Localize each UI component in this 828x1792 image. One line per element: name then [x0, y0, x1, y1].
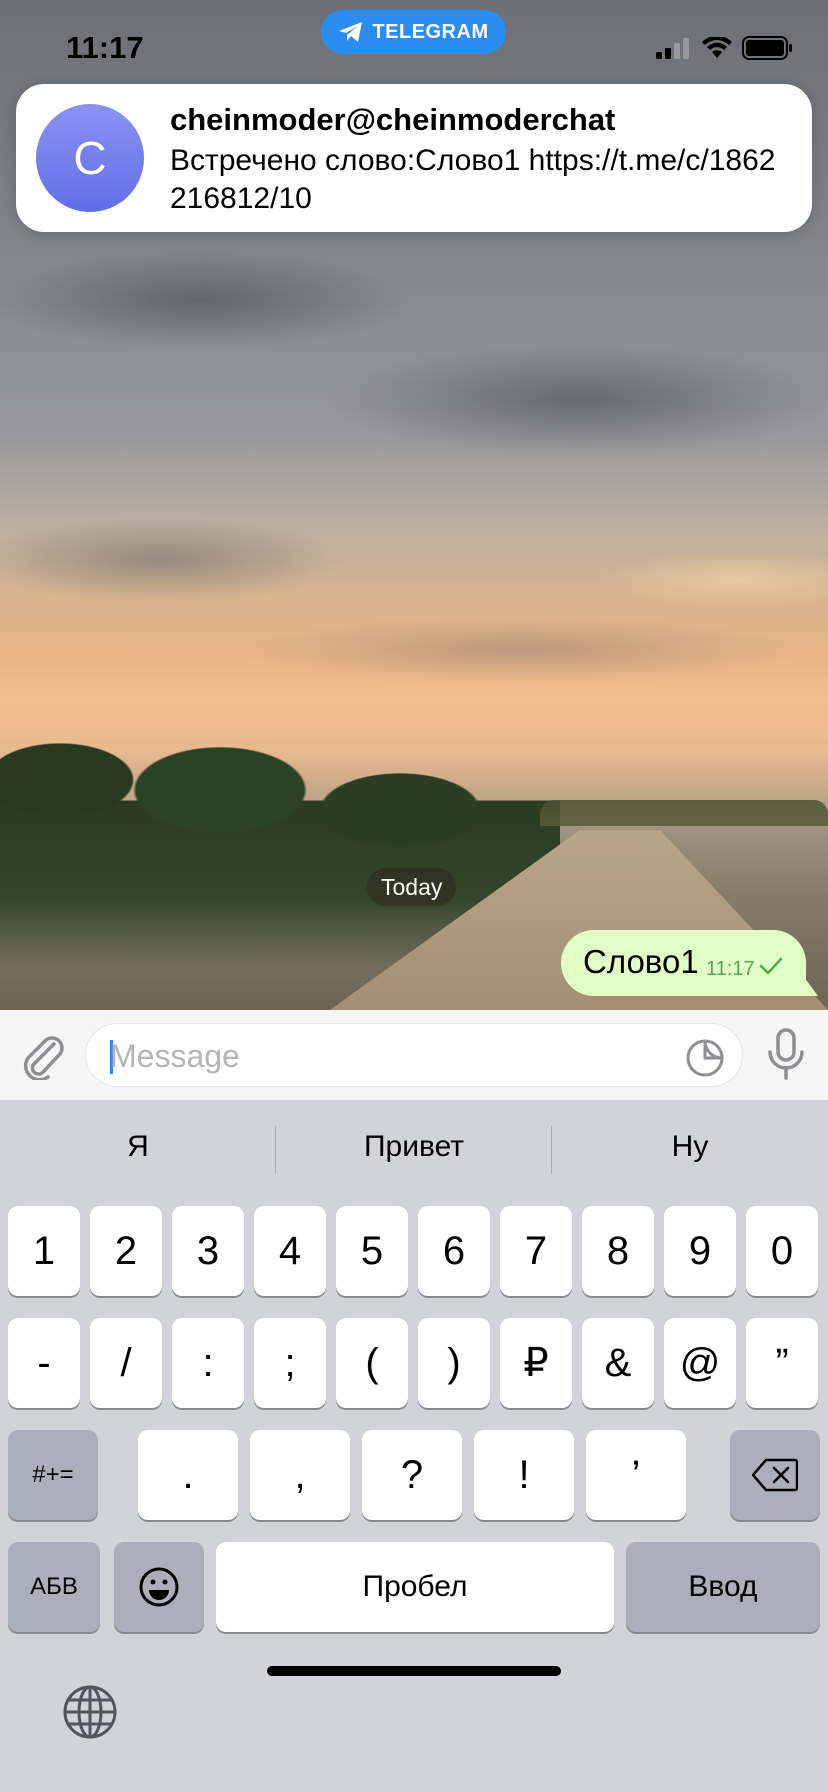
- key-open-paren[interactable]: (: [336, 1318, 408, 1408]
- wifi-icon: [702, 37, 732, 58]
- key-slash[interactable]: /: [90, 1318, 162, 1408]
- notification-body: Встречено слово:Слово1 https://t.me/c/18…: [170, 144, 776, 215]
- status-bar: 11:17 TELEGRAM: [0, 0, 828, 90]
- wallpaper-clouds: [0, 180, 828, 740]
- message-field[interactable]: [85, 1023, 743, 1087]
- key-7[interactable]: 7: [500, 1206, 572, 1296]
- symbols-toggle-key[interactable]: #+=: [8, 1430, 98, 1520]
- telegram-pill-label: TELEGRAM: [372, 20, 489, 43]
- key-8[interactable]: 8: [582, 1206, 654, 1296]
- notification-banner[interactable]: C cheinmoder@cheinmoderchat Встречено сл…: [16, 84, 812, 232]
- sticker-icon[interactable]: [685, 1038, 725, 1078]
- telegram-pill[interactable]: TELEGRAM: [321, 10, 506, 54]
- sent-check-icon: [759, 957, 783, 975]
- key-colon[interactable]: :: [172, 1318, 244, 1408]
- suggestion-item[interactable]: Ну: [552, 1130, 828, 1164]
- message-input[interactable]: [110, 1032, 670, 1080]
- emoji-icon: [139, 1567, 179, 1607]
- attach-icon[interactable]: [18, 1030, 66, 1080]
- microphone-icon[interactable]: [766, 1028, 806, 1080]
- avatar: C: [36, 104, 144, 212]
- telegram-icon: [339, 22, 363, 42]
- suggestion-item[interactable]: Я: [0, 1130, 276, 1164]
- key-4[interactable]: 4: [254, 1206, 326, 1296]
- suggestion-item[interactable]: Привет: [276, 1130, 552, 1164]
- backspace-key[interactable]: [730, 1430, 820, 1520]
- key-hyphen[interactable]: -: [8, 1318, 80, 1408]
- key-close-paren[interactable]: ): [418, 1318, 490, 1408]
- key-0[interactable]: 0: [746, 1206, 818, 1296]
- key-1[interactable]: 1: [8, 1206, 80, 1296]
- date-separator: Today: [367, 868, 457, 906]
- keyboard: Я Привет Ну 1 2 3 4 5 6 7 8 9 0 - / : ; …: [0, 1100, 828, 1792]
- key-9[interactable]: 9: [664, 1206, 736, 1296]
- key-exclamation[interactable]: !: [474, 1430, 574, 1520]
- status-icons: [656, 36, 794, 60]
- key-ruble[interactable]: ₽: [500, 1318, 572, 1408]
- key-semicolon[interactable]: ;: [254, 1318, 326, 1408]
- notification-title: cheinmoder@cheinmoderchat: [170, 102, 616, 137]
- battery-icon: [742, 36, 792, 60]
- message-text: Слово1: [583, 943, 699, 980]
- alphabet-toggle-key[interactable]: АБВ: [8, 1542, 100, 1632]
- message-input-bar: [0, 1010, 828, 1100]
- wallpaper-treeline: [540, 800, 828, 826]
- message-time: 11:17: [706, 958, 755, 980]
- key-5[interactable]: 5: [336, 1206, 408, 1296]
- key-comma[interactable]: ,: [250, 1430, 350, 1520]
- key-2[interactable]: 2: [90, 1206, 162, 1296]
- globe-icon[interactable]: [62, 1684, 118, 1740]
- suggestion-bar: Я Привет Ну: [0, 1100, 828, 1200]
- emoji-key[interactable]: [114, 1542, 204, 1632]
- key-quote[interactable]: ”: [746, 1318, 818, 1408]
- key-ampersand[interactable]: &: [582, 1318, 654, 1408]
- key-apostrophe[interactable]: ’: [586, 1430, 686, 1520]
- space-key[interactable]: Пробел: [216, 1542, 614, 1632]
- outgoing-message-bubble[interactable]: Слово1 11:17: [561, 930, 806, 996]
- return-key[interactable]: Ввод: [626, 1542, 820, 1632]
- status-time: 11:17: [66, 30, 144, 65]
- cellular-signal-icon: [656, 38, 689, 59]
- key-6[interactable]: 6: [418, 1206, 490, 1296]
- home-indicator: [267, 1666, 561, 1676]
- key-question[interactable]: ?: [362, 1430, 462, 1520]
- backspace-icon: [752, 1458, 798, 1492]
- key-at[interactable]: @: [664, 1318, 736, 1408]
- key-3[interactable]: 3: [172, 1206, 244, 1296]
- key-period[interactable]: .: [138, 1430, 238, 1520]
